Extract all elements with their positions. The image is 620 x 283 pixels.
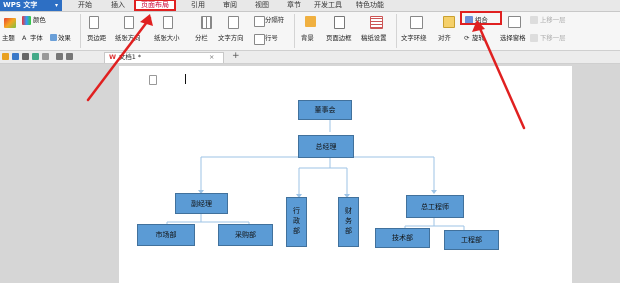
breaks-button[interactable]: 分隔符 xyxy=(265,16,284,25)
preview-icon[interactable] xyxy=(32,53,39,60)
wps-doc-icon: W xyxy=(109,53,117,61)
document-tab[interactable]: W 文档1 * × xyxy=(104,52,224,63)
app-menu-button[interactable]: WPS 文字 ▾ xyxy=(0,0,62,11)
tab-view[interactable]: 视图 xyxy=(250,0,274,11)
manuscript-icon xyxy=(370,16,383,29)
org-node-tech[interactable]: 技术部 xyxy=(375,228,430,248)
rotate-icon: ⟳ xyxy=(464,34,470,42)
theme-button[interactable]: 主题 xyxy=(2,34,15,43)
tab-insert[interactable]: 插入 xyxy=(104,0,132,11)
selection-pane-button[interactable]: 选择窗格 xyxy=(500,34,526,43)
page-border-icon xyxy=(334,16,345,29)
app-title: WPS 文字 xyxy=(3,1,38,9)
margins-button[interactable]: 页边距 xyxy=(87,34,106,43)
tab-developer[interactable]: 开发工具 xyxy=(310,0,346,11)
org-node-chief-engineer[interactable]: 总工程师 xyxy=(406,195,464,218)
margins-icon xyxy=(89,16,99,29)
effects-icon xyxy=(50,34,57,41)
new-tab-button[interactable]: + xyxy=(232,52,240,61)
tab-features[interactable]: 特色功能 xyxy=(352,0,388,11)
manuscript-button[interactable]: 稿纸设置 xyxy=(361,34,387,43)
theme-icon xyxy=(4,18,16,28)
fonts-icon: A xyxy=(22,34,27,42)
effects-button[interactable]: 效果 xyxy=(58,34,71,43)
ribbon-toolbar: 主题 颜色 A 字体 效果 页边距 纸张方向 纸张大小 分栏 文字方向 分隔符 … xyxy=(0,12,620,51)
org-node-finance[interactable]: 财务部 xyxy=(338,197,359,247)
send-backward-icon xyxy=(530,34,538,42)
tab-review[interactable]: 审阅 xyxy=(218,0,242,11)
line-numbers-icon xyxy=(254,34,265,45)
columns-button[interactable]: 分栏 xyxy=(195,34,208,43)
tab-references[interactable]: 引用 xyxy=(186,0,210,11)
colors-button[interactable]: 颜色 xyxy=(33,16,46,25)
page-border-button[interactable]: 页面边框 xyxy=(326,34,352,43)
paper-size-icon xyxy=(163,16,173,29)
org-node-admin[interactable]: 行政部 xyxy=(286,197,307,247)
selection-pane-icon xyxy=(508,16,521,28)
divider xyxy=(396,14,397,48)
line-numbers-button[interactable]: 行号 xyxy=(265,34,278,43)
rotate-button[interactable]: 旋转 xyxy=(472,34,485,43)
org-node-purchase[interactable]: 采购部 xyxy=(218,224,273,246)
text-direction-icon xyxy=(228,16,239,29)
bring-forward-button[interactable]: 上移一层 xyxy=(540,16,566,25)
highlight-box-group xyxy=(460,11,502,25)
org-node-general-manager[interactable]: 总经理 xyxy=(298,135,354,158)
tab-section[interactable]: 章节 xyxy=(282,0,306,11)
colors-icon xyxy=(22,16,31,25)
close-tab-icon[interactable]: × xyxy=(209,53,214,62)
divider xyxy=(294,14,295,48)
paper-size-button[interactable]: 纸张大小 xyxy=(154,34,180,43)
menu-bar: WPS 文字 ▾ 开始 插入 页面布局 引用 审阅 视图 章节 开发工具 特色功… xyxy=(0,0,620,12)
send-backward-button[interactable]: 下移一层 xyxy=(540,34,566,43)
align-button[interactable]: 对齐 xyxy=(438,34,451,43)
org-chart-connectors xyxy=(166,120,465,230)
text-direction-button[interactable]: 文字方向 xyxy=(218,34,244,43)
open-icon[interactable] xyxy=(2,53,9,60)
org-node-deputy-manager[interactable]: 副经理 xyxy=(175,193,228,214)
breaks-icon xyxy=(254,16,265,27)
columns-icon xyxy=(201,16,212,29)
background-button[interactable]: 背景 xyxy=(301,34,314,43)
document-tab-title: 文档1 * xyxy=(119,53,142,61)
wrap-text-icon xyxy=(410,16,423,29)
chevron-down-icon: ▾ xyxy=(54,2,58,9)
org-node-board[interactable]: 董事会 xyxy=(298,100,352,120)
divider xyxy=(80,14,81,48)
background-icon xyxy=(305,16,316,27)
align-icon xyxy=(443,16,455,28)
quick-access-bar xyxy=(0,51,620,64)
save-icon[interactable] xyxy=(12,53,19,60)
undo-icon[interactable] xyxy=(56,53,63,60)
org-node-market[interactable]: 市场部 xyxy=(137,224,195,246)
tab-home[interactable]: 开始 xyxy=(72,0,98,11)
highlight-box-tab xyxy=(134,0,176,11)
wrap-text-button[interactable]: 文字环绕 xyxy=(401,34,427,43)
fonts-button[interactable]: 字体 xyxy=(30,34,43,43)
print-icon[interactable] xyxy=(22,53,29,60)
bring-forward-icon xyxy=(530,16,538,24)
orientation-icon xyxy=(124,16,134,29)
redo-icon[interactable] xyxy=(66,53,73,60)
orientation-button[interactable]: 纸张方向 xyxy=(115,34,141,43)
org-node-engineering[interactable]: 工程部 xyxy=(444,230,499,250)
document-page[interactable]: 董事会 总经理 副经理 行政部 财务部 总工程师 市场部 采购部 技术部 工程部 xyxy=(119,66,572,283)
copy-format-icon[interactable] xyxy=(42,53,49,60)
